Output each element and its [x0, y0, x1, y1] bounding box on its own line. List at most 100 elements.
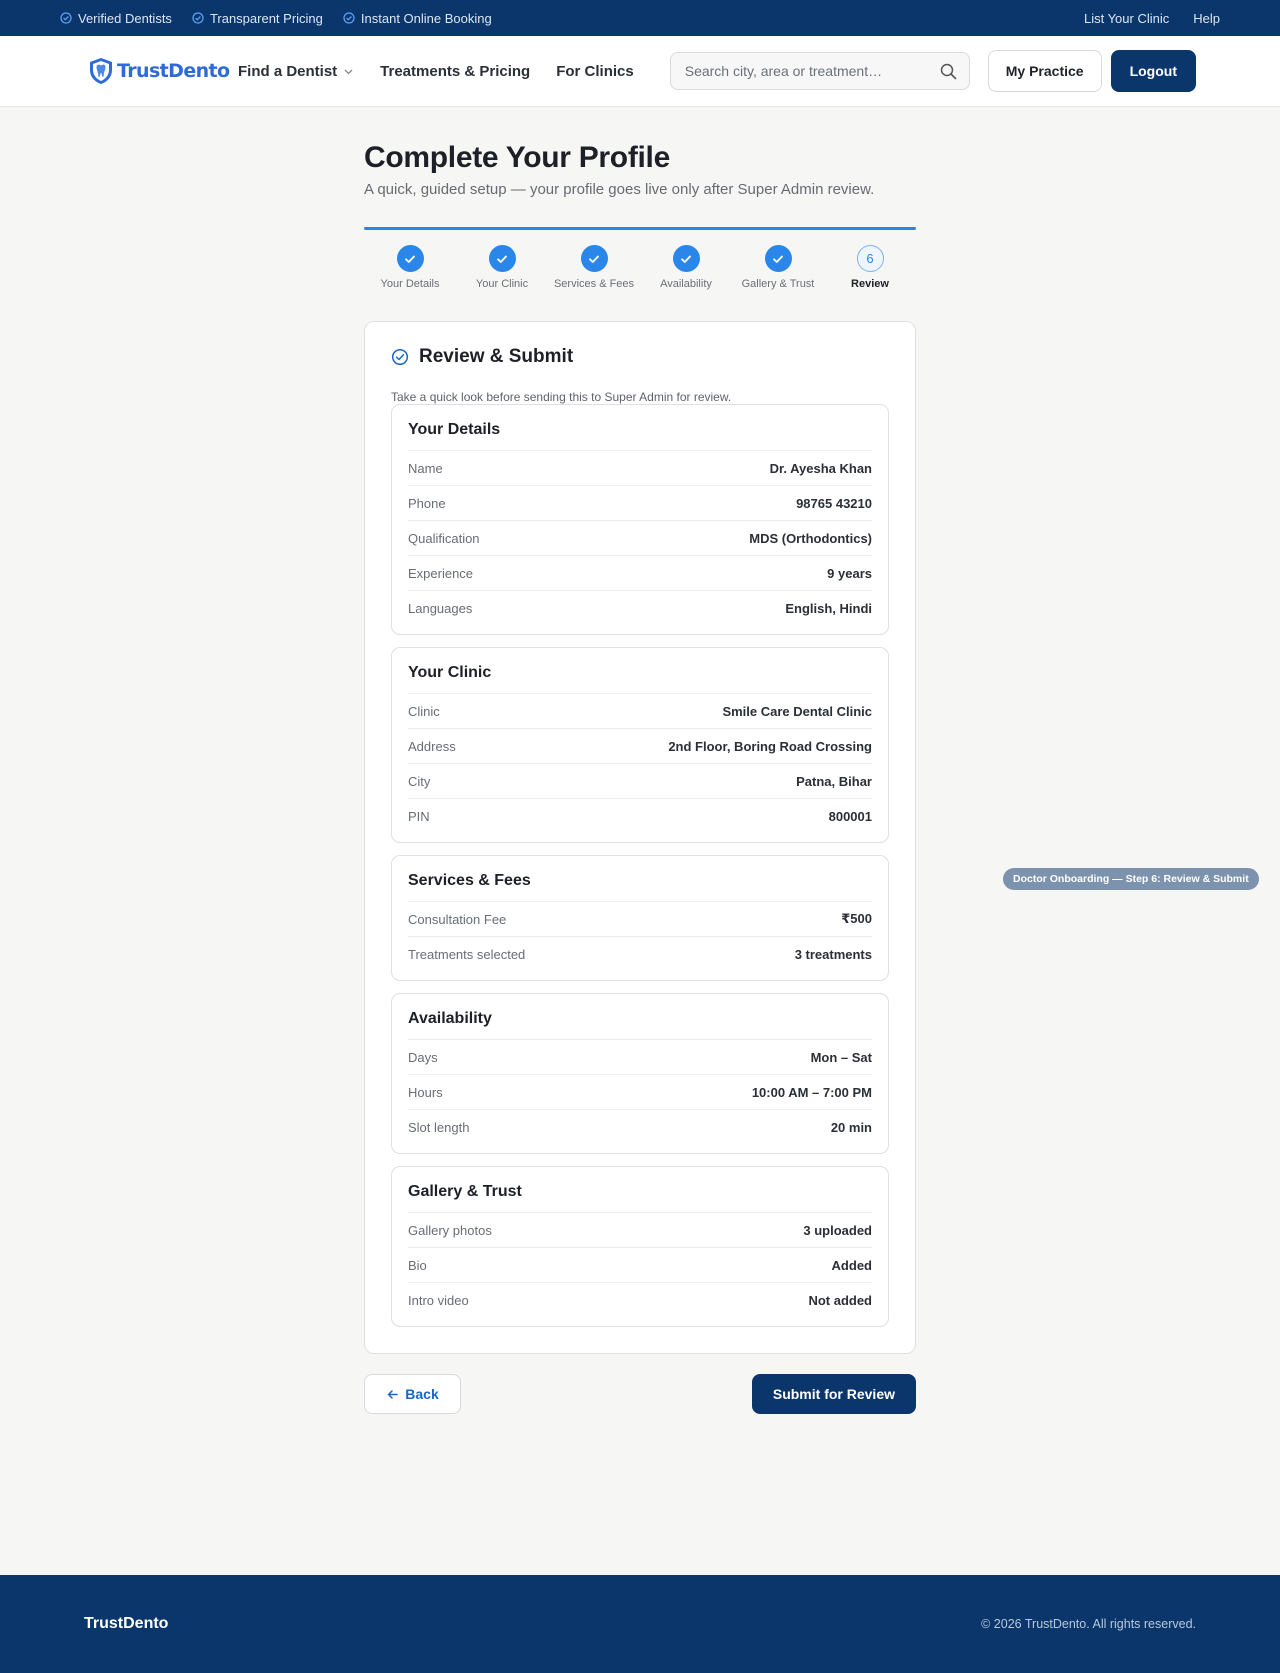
review-description: Take a quick look before sending this to…	[391, 390, 732, 404]
step-your-details[interactable]: Your Details	[364, 245, 456, 290]
section-title: Your Clinic	[408, 664, 872, 694]
row-label: Days	[408, 1049, 438, 1065]
row-value: 20 min	[830, 1120, 872, 1135]
row-label: Treatments selected	[408, 947, 526, 962]
step-complete-badge	[764, 245, 792, 272]
row-label: City	[408, 773, 431, 789]
row-value: 9 years	[827, 565, 872, 581]
form-actions: Back Submit for Review	[364, 1374, 916, 1414]
back-button[interactable]: Back	[364, 1374, 461, 1414]
my-practice-button[interactable]: My Practice	[987, 50, 1102, 92]
menu-for-clinics[interactable]: For Clinics	[556, 63, 634, 80]
check-circle-icon	[391, 348, 409, 366]
summary-row: Consultation Fee ₹500	[408, 902, 872, 937]
row-label: Address	[408, 738, 456, 754]
step-services-fees[interactable]: Services & Fees	[548, 245, 640, 290]
row-value: Not added	[808, 1293, 872, 1308]
step-complete-badge	[396, 245, 424, 272]
step-complete-badge	[580, 245, 608, 272]
row-label: PIN	[408, 809, 430, 824]
section-title: Gallery & Trust	[408, 1183, 872, 1213]
row-value: Added	[831, 1257, 872, 1273]
row-label: Consultation Fee	[408, 911, 507, 927]
section-title: Availability	[408, 1010, 872, 1040]
row-label: Intro video	[408, 1293, 469, 1308]
step-label: Gallery & Trust	[741, 278, 815, 290]
summary-your-details: Your Details Name Dr. Ayesha Khan Phone 98…	[391, 404, 889, 635]
row-value: MDS (Orthodontics)	[749, 530, 872, 546]
site-footer: TrustDento © 2026 TrustDento. All rights…	[0, 1575, 1280, 1673]
review-title: Review & Submit	[419, 346, 574, 367]
menu-find-a-dentist[interactable]: Find a Dentist	[238, 63, 354, 80]
menu-treatments-pricing[interactable]: Treatments & Pricing	[380, 63, 530, 80]
submit-for-review-button[interactable]: Submit for Review	[751, 1374, 916, 1414]
step-current-badge: 6	[856, 245, 884, 272]
summary-row: PIN 800001	[408, 799, 872, 834]
menu-label: Treatments & Pricing	[380, 62, 531, 80]
row-value: 10:00 AM – 7:00 PM	[751, 1084, 872, 1100]
row-label: Experience	[408, 565, 474, 581]
row-value: Patna, Bihar	[796, 773, 872, 789]
row-value: Smile Care Dental Clinic	[722, 703, 872, 719]
check-icon	[681, 255, 691, 263]
check-circle-icon	[343, 12, 355, 24]
perk-pricing: Transparent Pricing	[192, 11, 323, 26]
summary-row: Phone 98765 43210	[408, 486, 872, 521]
row-value: Dr. Ayesha Khan	[769, 460, 872, 476]
summary-row: Gallery photos 3 uploaded	[408, 1213, 872, 1248]
step-label: Your Clinic	[475, 278, 529, 290]
summary-your-clinic: Your Clinic Clinic Smile Care Dental Clin…	[391, 647, 889, 843]
main-content: Complete Your Profile A quick, guided se…	[364, 141, 916, 1414]
step-availability[interactable]: Availability	[640, 245, 732, 290]
row-value: 3 treatments	[794, 947, 872, 962]
top-strip: Verified Dentists Transparent Pricing In…	[0, 0, 1280, 36]
back-label: Back	[405, 1386, 439, 1402]
logout-button[interactable]: Logout	[1110, 50, 1196, 92]
row-label: Gallery photos	[408, 1222, 492, 1238]
row-label: Phone	[408, 495, 446, 511]
footer-copyright: © 2026 TrustDento. All rights reserved.	[981, 1617, 1196, 1631]
step-label: Availability	[660, 278, 712, 290]
summary-row: Slot length 20 min	[408, 1110, 872, 1145]
check-circle-icon	[192, 12, 204, 24]
summary-row: Treatments selected 3 treatments	[408, 937, 872, 972]
summary-row: Bio Added	[408, 1248, 872, 1283]
row-label: Clinic	[408, 703, 440, 719]
summary-row: Intro video Not added	[408, 1283, 872, 1318]
chevron-down-icon	[344, 69, 353, 74]
section-title: Services & Fees	[408, 872, 872, 902]
row-value: English, Hindi	[785, 601, 872, 616]
summary-row: Name Dr. Ayesha Khan	[408, 451, 872, 486]
row-value: 2nd Floor, Boring Road Crossing	[668, 738, 872, 754]
step-gallery-trust[interactable]: Gallery & Trust	[732, 245, 824, 290]
row-label: Slot length	[408, 1120, 470, 1135]
step-label: Your Details	[380, 278, 440, 290]
list-your-clinic-link[interactable]: List Your Clinic	[1084, 11, 1169, 26]
summary-gallery-trust: Gallery & Trust Gallery photos 3 uploaded…	[391, 1166, 889, 1327]
summary-row: Days Mon – Sat	[408, 1040, 872, 1075]
tooth-shield-icon	[90, 58, 112, 84]
perk-label: Instant Online Booking	[360, 10, 492, 26]
stepper-progress-bar	[364, 227, 916, 230]
check-icon	[497, 255, 507, 263]
step-review[interactable]: 6 Review	[824, 245, 916, 290]
summary-row: Clinic Smile Care Dental Clinic	[408, 694, 872, 729]
summary-row: Qualification MDS (Orthodontics)	[408, 521, 872, 556]
step-label: Services & Fees	[553, 278, 635, 290]
help-link[interactable]: Help	[1193, 11, 1220, 26]
step-your-clinic[interactable]: Your Clinic	[456, 245, 548, 290]
row-label: Name	[408, 460, 443, 476]
row-label: Hours	[408, 1084, 443, 1100]
search-input[interactable]	[684, 63, 940, 79]
main-nav: TrustDento Find a Dentist Treatments & P…	[0, 36, 1280, 107]
summary-services-fees: Services & Fees Consultation Fee ₹500 Tre…	[391, 855, 889, 981]
brand-name: TrustDento	[117, 60, 230, 82]
perk-label: Transparent Pricing	[209, 10, 323, 26]
brand-logo[interactable]: TrustDento	[88, 57, 238, 85]
step-complete-badge	[488, 245, 516, 272]
perk-booking: Instant Online Booking	[343, 11, 492, 26]
arrow-left-icon	[388, 1389, 399, 1399]
summary-row: Languages English, Hindi	[408, 591, 872, 626]
search-icon[interactable]	[940, 63, 957, 80]
review-card: Review & Submit Take a quick look before…	[364, 321, 916, 1354]
